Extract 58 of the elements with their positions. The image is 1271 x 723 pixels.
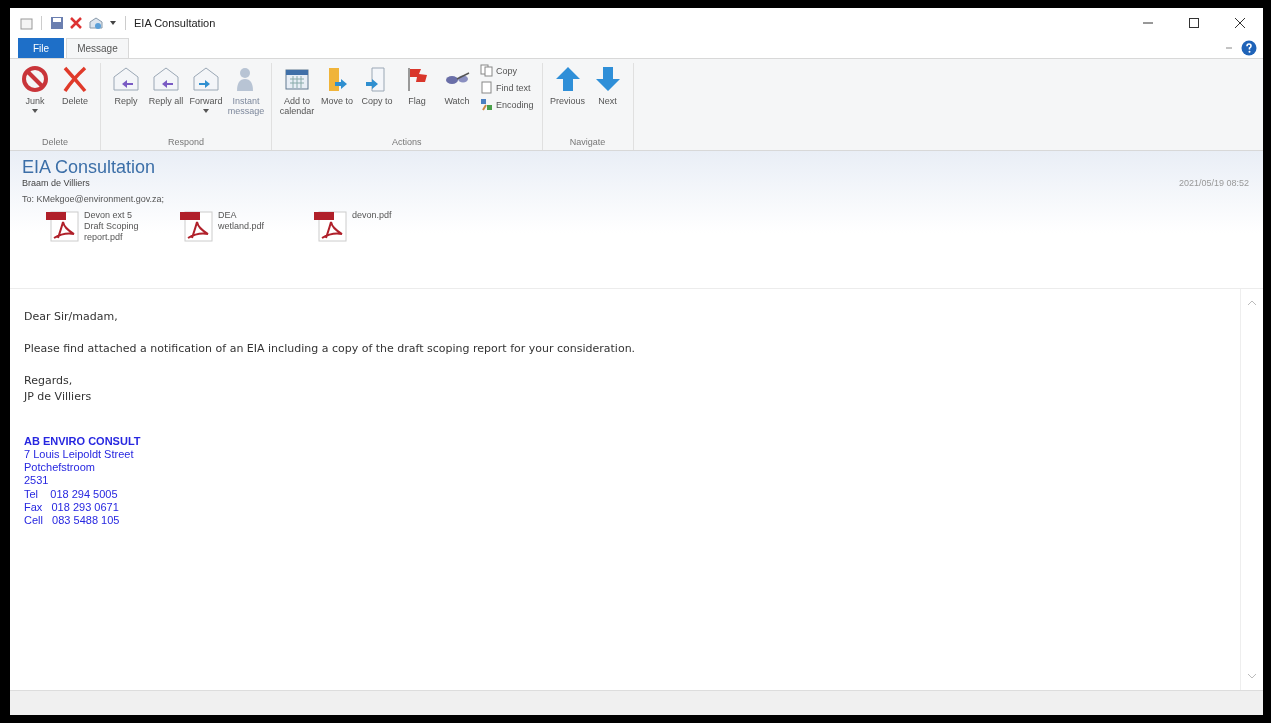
- ribbon-button[interactable]: Find text: [478, 80, 536, 95]
- company-name: AB ENVIRO CONSULT: [24, 434, 142, 448]
- caret-icon[interactable]: [109, 19, 117, 27]
- ribbon-button[interactable]: Flag: [398, 63, 436, 137]
- signature-line: 2531: [24, 474, 50, 488]
- ribbon-button[interactable]: Move to: [318, 63, 356, 137]
- window-title: EIA Consultation: [134, 17, 216, 29]
- ribbon-button[interactable]: Add to calendar: [278, 63, 316, 137]
- body-paragraph: Dear Sir/madam,: [24, 309, 119, 325]
- document-icon: [480, 81, 493, 94]
- attachment-name[interactable]: Devon ext 5 Draft Scoping report.pdf: [84, 210, 150, 243]
- body-paragraph: Please find attached a notification of an EIA including a copy of the draft scoping report for your consideration.: [24, 340, 637, 357]
- close-icon: [1234, 17, 1246, 29]
- ribbon-button[interactable]: Next: [588, 63, 627, 137]
- attachment-name[interactable]: DEA wetland.pdf: [218, 210, 284, 232]
- ribbon-button[interactable]: Encoding: [478, 97, 536, 112]
- recipient-address: KMekgoe@environment.gov.za;: [36, 194, 165, 204]
- to-label: To:: [22, 194, 34, 204]
- no-entry-icon: [21, 65, 49, 93]
- group-label: Delete: [41, 137, 69, 149]
- save-icon[interactable]: [50, 16, 64, 30]
- pdf-file-icon[interactable]: [46, 210, 80, 242]
- signature-line: Fax 018 293 0671: [24, 500, 120, 514]
- ribbon-button[interactable]: Junk: [16, 63, 54, 137]
- envelope-icon[interactable]: [88, 16, 104, 30]
- ribbon-tab[interactable]: File: [18, 38, 65, 58]
- attachment-name[interactable]: devon.pdf: [352, 210, 418, 221]
- group-label: Respond: [167, 137, 205, 149]
- envelope-icon: [151, 65, 181, 93]
- signature-line: Cell 083 5488 105: [24, 513, 121, 528]
- ribbon-button[interactable]: Copy: [478, 63, 536, 78]
- signature-line: Tel 018 294 5005: [24, 487, 119, 501]
- ribbon-button[interactable]: Previous: [548, 63, 587, 137]
- message-date: 2021/05/19 08:52: [1178, 178, 1249, 188]
- help-icon[interactable]: [1241, 40, 1257, 56]
- ribbon-button[interactable]: Reply all: [147, 63, 185, 137]
- pdf-file-icon[interactable]: [180, 210, 214, 242]
- signature-line: 7 Louis Leipoldt Street: [24, 447, 135, 462]
- copy-icon: [480, 64, 493, 77]
- ribbon-button[interactable]: Watch: [438, 63, 476, 137]
- ribbon-button[interactable]: Forward: [187, 63, 225, 137]
- ribbon-button[interactable]: Delete: [56, 63, 94, 137]
- group-label: Actions: [391, 137, 423, 149]
- ribbon-button[interactable]: Reply: [107, 63, 145, 137]
- pdf-file-icon[interactable]: [314, 210, 348, 242]
- maximize-icon: [1188, 17, 1200, 29]
- delete-icon[interactable]: [69, 16, 83, 30]
- group-label: Navigate: [568, 137, 607, 149]
- sender-name: Braam de Villiers: [22, 178, 90, 188]
- message-subject: EIA Consultation: [22, 157, 156, 178]
- encoding-icon: [480, 98, 493, 111]
- ribbon-button[interactable]: Copy to: [358, 63, 396, 137]
- ribbon-tab[interactable]: Message: [66, 38, 129, 58]
- body-paragraph: Regards, JP de Villiers: [24, 372, 93, 405]
- envelope-icon: [111, 65, 141, 93]
- envelope-icon: [191, 65, 221, 93]
- signature-line: Potchefstroom: [24, 461, 96, 475]
- delete-icon: [61, 65, 89, 93]
